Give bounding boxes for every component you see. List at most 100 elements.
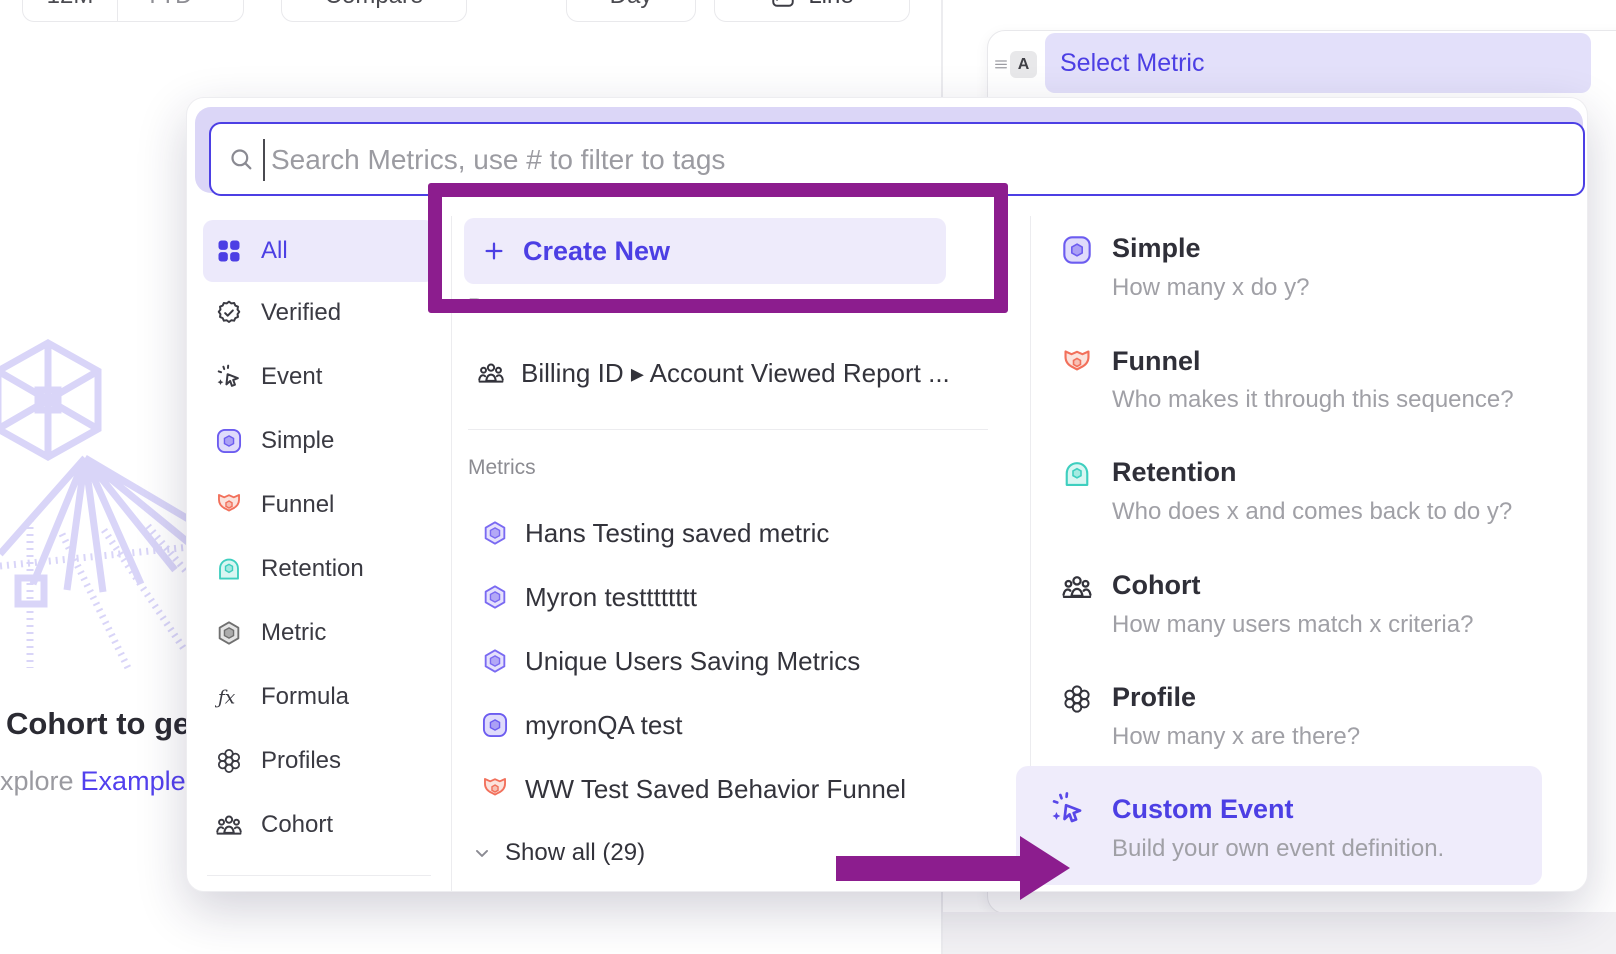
category-event[interactable]: Event <box>203 346 435 408</box>
category-label: Verified <box>261 299 341 327</box>
category-label: Event <box>261 363 322 391</box>
time-range-ytd-button[interactable]: YTD <box>118 0 243 21</box>
metric-hexagon-purple-icon <box>481 519 509 547</box>
page-background-strip <box>943 912 1616 954</box>
metric-list-item[interactable]: Hans Testing saved metric <box>481 503 829 563</box>
category-simple[interactable]: Simple <box>203 410 435 472</box>
category-label: Metric <box>261 619 326 647</box>
recent-item[interactable]: Billing ID ▸ Account Viewed Report ... <box>477 343 950 403</box>
grid-icon <box>215 237 243 265</box>
metric-list-item[interactable]: WW Test Saved Behavior Funnel <box>481 759 906 819</box>
chevron-down-icon <box>471 842 493 864</box>
cohort-people-icon <box>215 811 243 839</box>
retention-icon <box>1061 458 1093 490</box>
decorative-wireframe-illustration <box>0 330 200 670</box>
example-link[interactable]: Example <box>81 766 186 796</box>
category-all[interactable]: All <box>203 220 435 282</box>
type-description: Build your own event definition. <box>1112 835 1444 863</box>
category-label: All <box>261 237 288 265</box>
type-title: Cohort <box>1112 570 1200 601</box>
annotation-arrow-head <box>1020 836 1070 900</box>
metric-item-label: Hans Testing saved metric <box>525 518 829 549</box>
drag-handle-icon[interactable] <box>992 55 1010 73</box>
text-cursor <box>263 139 265 181</box>
metric-list-item[interactable]: Myron testttttttt <box>481 567 697 627</box>
interval-day-button[interactable]: Day <box>566 0 696 22</box>
sidebar-divider <box>207 875 431 876</box>
compare-button[interactable]: Compare <box>281 0 467 22</box>
category-label: Profiles <box>261 747 341 775</box>
compare-label: Compare <box>325 0 424 10</box>
metric-hexagon-purple-icon <box>481 647 509 675</box>
category-label: Formula <box>261 683 349 711</box>
category-label: Cohort <box>261 811 333 839</box>
chart-type-label: Line <box>808 0 853 10</box>
type-title: Simple <box>1112 233 1201 264</box>
metric-list-item[interactable]: Unique Users Saving Metrics <box>481 631 860 691</box>
metric-item-label: Myron testttttttt <box>525 582 697 613</box>
funnel-icon <box>215 491 243 519</box>
time-range-segmented-control: 12M YTD <box>22 0 244 22</box>
category-metric[interactable]: Metric <box>203 602 435 664</box>
type-description: Who does x and comes back to do y? <box>1112 498 1512 526</box>
line-chart-icon <box>770 0 796 9</box>
metric-item-label: myronQA test <box>525 710 683 741</box>
formula-icon <box>215 683 243 711</box>
metric-list-item[interactable]: myronQA test <box>481 695 683 755</box>
metrics-heading: Metrics <box>468 456 536 480</box>
metric-hexagon-purple-icon <box>481 583 509 611</box>
time-range-12m-button[interactable]: 12M <box>23 0 118 21</box>
select-metric-label: Select Metric <box>1060 49 1204 78</box>
column-divider-left <box>451 216 452 891</box>
empty-state-hint: xploreExample <box>0 766 186 797</box>
annotation-highlight-rectangle <box>428 183 1008 313</box>
search-icon <box>227 145 255 173</box>
recent-item-label: Billing ID ▸ Account Viewed Report ... <box>521 358 950 389</box>
category-cohort[interactable]: Cohort <box>203 794 435 856</box>
category-label: Simple <box>261 427 334 455</box>
category-formula[interactable]: Formula <box>203 666 435 728</box>
simple-icon <box>1061 234 1093 266</box>
explore-text: xplore <box>0 766 74 796</box>
category-label: Retention <box>261 555 364 583</box>
cohort-people-icon <box>477 359 505 387</box>
search-halo <box>195 107 1583 193</box>
profiles-flower-icon <box>1061 683 1093 715</box>
category-funnel[interactable]: Funnel <box>203 474 435 536</box>
metric-hexagon-icon <box>215 619 243 647</box>
funnel-icon <box>1061 347 1093 379</box>
category-label: Funnel <box>261 491 334 519</box>
type-description: Who makes it through this sequence? <box>1112 386 1514 414</box>
category-partial[interactable]: T <box>203 881 435 892</box>
series-badge: A <box>1010 51 1037 78</box>
verified-badge-icon <box>215 299 243 327</box>
type-title: Funnel <box>1112 346 1201 377</box>
show-all-toggle[interactable]: Show all (29) <box>471 823 645 883</box>
ytd-label: YTD <box>145 0 193 10</box>
event-cursor-icon <box>215 363 243 391</box>
type-description: How many x do y? <box>1112 274 1309 302</box>
app-canvas: Cohort to ge xploreExample 12M YTD Compa… <box>0 0 1616 954</box>
funnel-icon <box>481 775 509 803</box>
type-description: How many users match x criteria? <box>1112 611 1473 639</box>
category-verified[interactable]: Verified <box>203 282 435 344</box>
chart-type-line-button[interactable]: Line <box>714 0 910 22</box>
category-profiles[interactable]: Profiles <box>203 730 435 792</box>
custom-event-icon <box>1049 790 1087 828</box>
cohort-people-icon <box>1061 571 1093 603</box>
retention-icon <box>215 555 243 583</box>
annotation-arrow-shaft <box>836 856 1020 881</box>
show-all-label: Show all (29) <box>505 839 645 867</box>
interval-label: Day <box>610 0 653 10</box>
simple-icon <box>215 427 243 455</box>
type-custom-event[interactable] <box>1016 766 1542 885</box>
type-title: Profile <box>1112 682 1196 713</box>
chevron-down-icon <box>201 0 217 4</box>
metric-item-label: WW Test Saved Behavior Funnel <box>525 774 906 805</box>
type-title: Custom Event <box>1112 794 1294 825</box>
recents-divider <box>468 429 988 430</box>
select-metric-slot[interactable]: Select Metric <box>1045 33 1591 93</box>
empty-state-headline: Cohort to ge <box>6 706 190 742</box>
category-retention[interactable]: Retention <box>203 538 435 600</box>
simple-icon <box>481 711 509 739</box>
